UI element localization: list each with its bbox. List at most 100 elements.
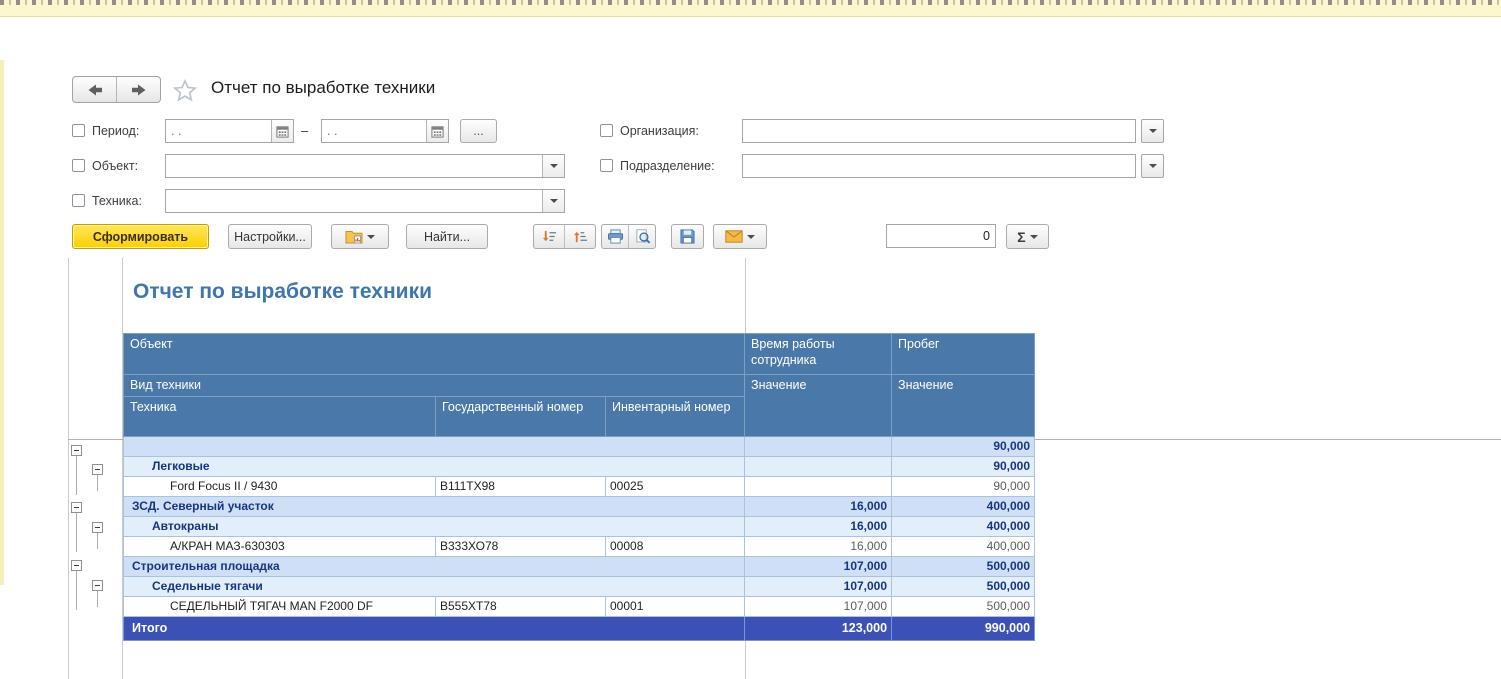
report-title[interactable]: Отчет по выработке техники xyxy=(133,280,432,304)
cell-mileage[interactable]: 400,000 xyxy=(892,517,1035,537)
collapse-group-button[interactable] xyxy=(92,580,103,591)
report-row-group-level2: Легковые 90,000 xyxy=(124,457,1035,477)
cell-tech-name[interactable]: СЕДЕЛЬНЫЙ ТЯГАЧ MAN F2000 DF xyxy=(124,597,436,617)
cell-group-name[interactable] xyxy=(124,437,745,457)
header-cell-mileage[interactable]: Пробег xyxy=(892,334,1035,375)
cell-group-name[interactable]: Строительная площадка xyxy=(124,557,745,577)
period-to-input[interactable] xyxy=(322,120,426,142)
cell-inventory-number[interactable]: 00025 xyxy=(606,477,745,497)
cell-group-name[interactable]: Седельные тягачи xyxy=(124,577,745,597)
report-variants-button[interactable] xyxy=(331,224,389,249)
period-from-input[interactable] xyxy=(166,120,271,142)
chevron-down-icon xyxy=(1030,235,1038,243)
cell-worktime[interactable]: 107,000 xyxy=(745,577,892,597)
object-input[interactable] xyxy=(166,155,542,177)
print-preview-button[interactable] xyxy=(628,225,655,248)
technika-input[interactable] xyxy=(166,190,542,212)
header-cell-inventory-number[interactable]: Инвентарный номер xyxy=(606,397,745,437)
cell-mileage[interactable]: 90,000 xyxy=(892,477,1035,497)
collapse-group-button[interactable] xyxy=(71,560,82,571)
cell-mileage[interactable]: 500,000 xyxy=(892,577,1035,597)
cell-worktime[interactable] xyxy=(745,477,892,497)
settings-button[interactable]: Настройки... xyxy=(228,224,312,249)
object-checkbox[interactable] xyxy=(72,159,85,172)
sort-ascending-button[interactable] xyxy=(564,225,595,248)
organization-input[interactable] xyxy=(742,119,1136,143)
period-checkbox[interactable] xyxy=(72,124,85,137)
cell-mileage[interactable]: 500,000 xyxy=(892,597,1035,617)
app-window: { "nav": { "title": "Отчет по выработке … xyxy=(0,0,1501,679)
header-cell-value2[interactable]: Значение xyxy=(892,375,1035,437)
total-label-cell[interactable]: Итого xyxy=(124,617,745,641)
counter-input[interactable] xyxy=(886,224,996,248)
collapse-group-button[interactable] xyxy=(71,502,82,513)
department-dropdown-button[interactable] xyxy=(1141,154,1164,178)
department-checkbox[interactable] xyxy=(600,159,613,172)
organization-checkbox[interactable] xyxy=(600,124,613,137)
cell-mileage[interactable]: 90,000 xyxy=(892,437,1035,457)
find-button[interactable]: Найти... xyxy=(406,224,488,249)
cell-state-number[interactable]: В555ХТ78 xyxy=(436,597,606,617)
cell-state-number[interactable]: В111ТХ98 xyxy=(436,477,606,497)
report-row-group-level1: ЗСД. Северный участок16,000400,000 xyxy=(124,497,1035,517)
cell-worktime[interactable] xyxy=(745,457,892,477)
report-row-group-level1: Строительная площадка107,000500,000 xyxy=(124,557,1035,577)
chevron-down-icon xyxy=(550,199,558,207)
technika-label: Техника: xyxy=(92,194,142,208)
cell-tech-name[interactable]: А/КРАН МАЗ-630303 xyxy=(124,537,436,557)
object-dropdown-button[interactable] xyxy=(542,155,564,177)
generate-button[interactable]: Сформировать xyxy=(72,224,209,249)
collapse-group-button[interactable] xyxy=(92,522,103,533)
cell-mileage[interactable]: 500,000 xyxy=(892,557,1035,577)
cell-inventory-number[interactable]: 00001 xyxy=(606,597,745,617)
header-cell-object[interactable]: Объект xyxy=(124,334,745,375)
period-more-button[interactable]: ... xyxy=(460,119,497,143)
cell-group-name[interactable]: Легковые xyxy=(124,457,745,477)
sum-button[interactable]: Σ xyxy=(1006,224,1049,249)
sort-descending-button[interactable] xyxy=(534,225,564,248)
cell-mileage[interactable]: 400,000 xyxy=(892,537,1035,557)
report-body: 90,000Легковые90,000Ford Focus II / 9430… xyxy=(124,437,1035,617)
send-email-button[interactable] xyxy=(713,224,767,249)
header-cell-value1[interactable]: Значение xyxy=(745,375,892,437)
cell-group-name[interactable]: ЗСД. Северный участок xyxy=(124,497,745,517)
report-row-group-level2: Седельные тягачи107,000500,000 xyxy=(124,577,1035,597)
cell-worktime[interactable]: 16,000 xyxy=(745,517,892,537)
cell-worktime[interactable] xyxy=(745,437,892,457)
period-from-calendar-button[interactable] xyxy=(271,120,293,142)
header-cell-tech[interactable]: Техника xyxy=(124,397,436,437)
print-button[interactable] xyxy=(602,225,628,248)
report-row-detail: Ford Focus II / 9430В111ТХ9800025 90,000 xyxy=(124,477,1035,497)
cell-worktime[interactable]: 16,000 xyxy=(745,537,892,557)
header-cell-kind[interactable]: Вид техники xyxy=(124,375,745,397)
organization-dropdown-button[interactable] xyxy=(1141,119,1164,143)
collapse-group-button[interactable] xyxy=(92,464,103,475)
report-row-group-level2: Автокраны16,000400,000 xyxy=(124,517,1035,537)
total-worktime-cell[interactable]: 123,000 xyxy=(745,617,892,641)
save-button[interactable] xyxy=(671,224,704,249)
period-to-calendar-button[interactable] xyxy=(426,120,448,142)
cell-inventory-number[interactable]: 00008 xyxy=(606,537,745,557)
tree-connector-line xyxy=(97,533,98,549)
cell-worktime[interactable]: 107,000 xyxy=(745,557,892,577)
cell-worktime[interactable]: 16,000 xyxy=(745,497,892,517)
cell-worktime[interactable]: 107,000 xyxy=(745,597,892,617)
cell-mileage[interactable]: 400,000 xyxy=(892,497,1035,517)
period-from-control xyxy=(165,119,294,143)
collapse-group-button[interactable] xyxy=(71,445,82,456)
header-cell-worktime[interactable]: Время работы сотрудника xyxy=(745,334,892,375)
department-input[interactable] xyxy=(742,154,1136,178)
cell-tech-name[interactable]: Ford Focus II / 9430 xyxy=(124,477,436,497)
back-button[interactable] xyxy=(73,77,116,102)
cell-group-name[interactable]: Автокраны xyxy=(124,517,745,537)
cell-state-number[interactable]: В333ХО78 xyxy=(436,537,606,557)
cell-mileage[interactable]: 90,000 xyxy=(892,457,1035,477)
forward-button[interactable] xyxy=(116,77,160,102)
favorite-star-icon[interactable] xyxy=(172,78,198,103)
technika-dropdown-button[interactable] xyxy=(542,190,564,212)
back-arrow-icon xyxy=(87,83,103,97)
header-cell-state-number[interactable]: Государственный номер xyxy=(436,397,606,437)
technika-checkbox[interactable] xyxy=(72,194,85,207)
total-mileage-cell[interactable]: 990,000 xyxy=(892,617,1035,641)
header-row-object: Объект Время работы сотрудника Пробег xyxy=(124,334,1035,375)
